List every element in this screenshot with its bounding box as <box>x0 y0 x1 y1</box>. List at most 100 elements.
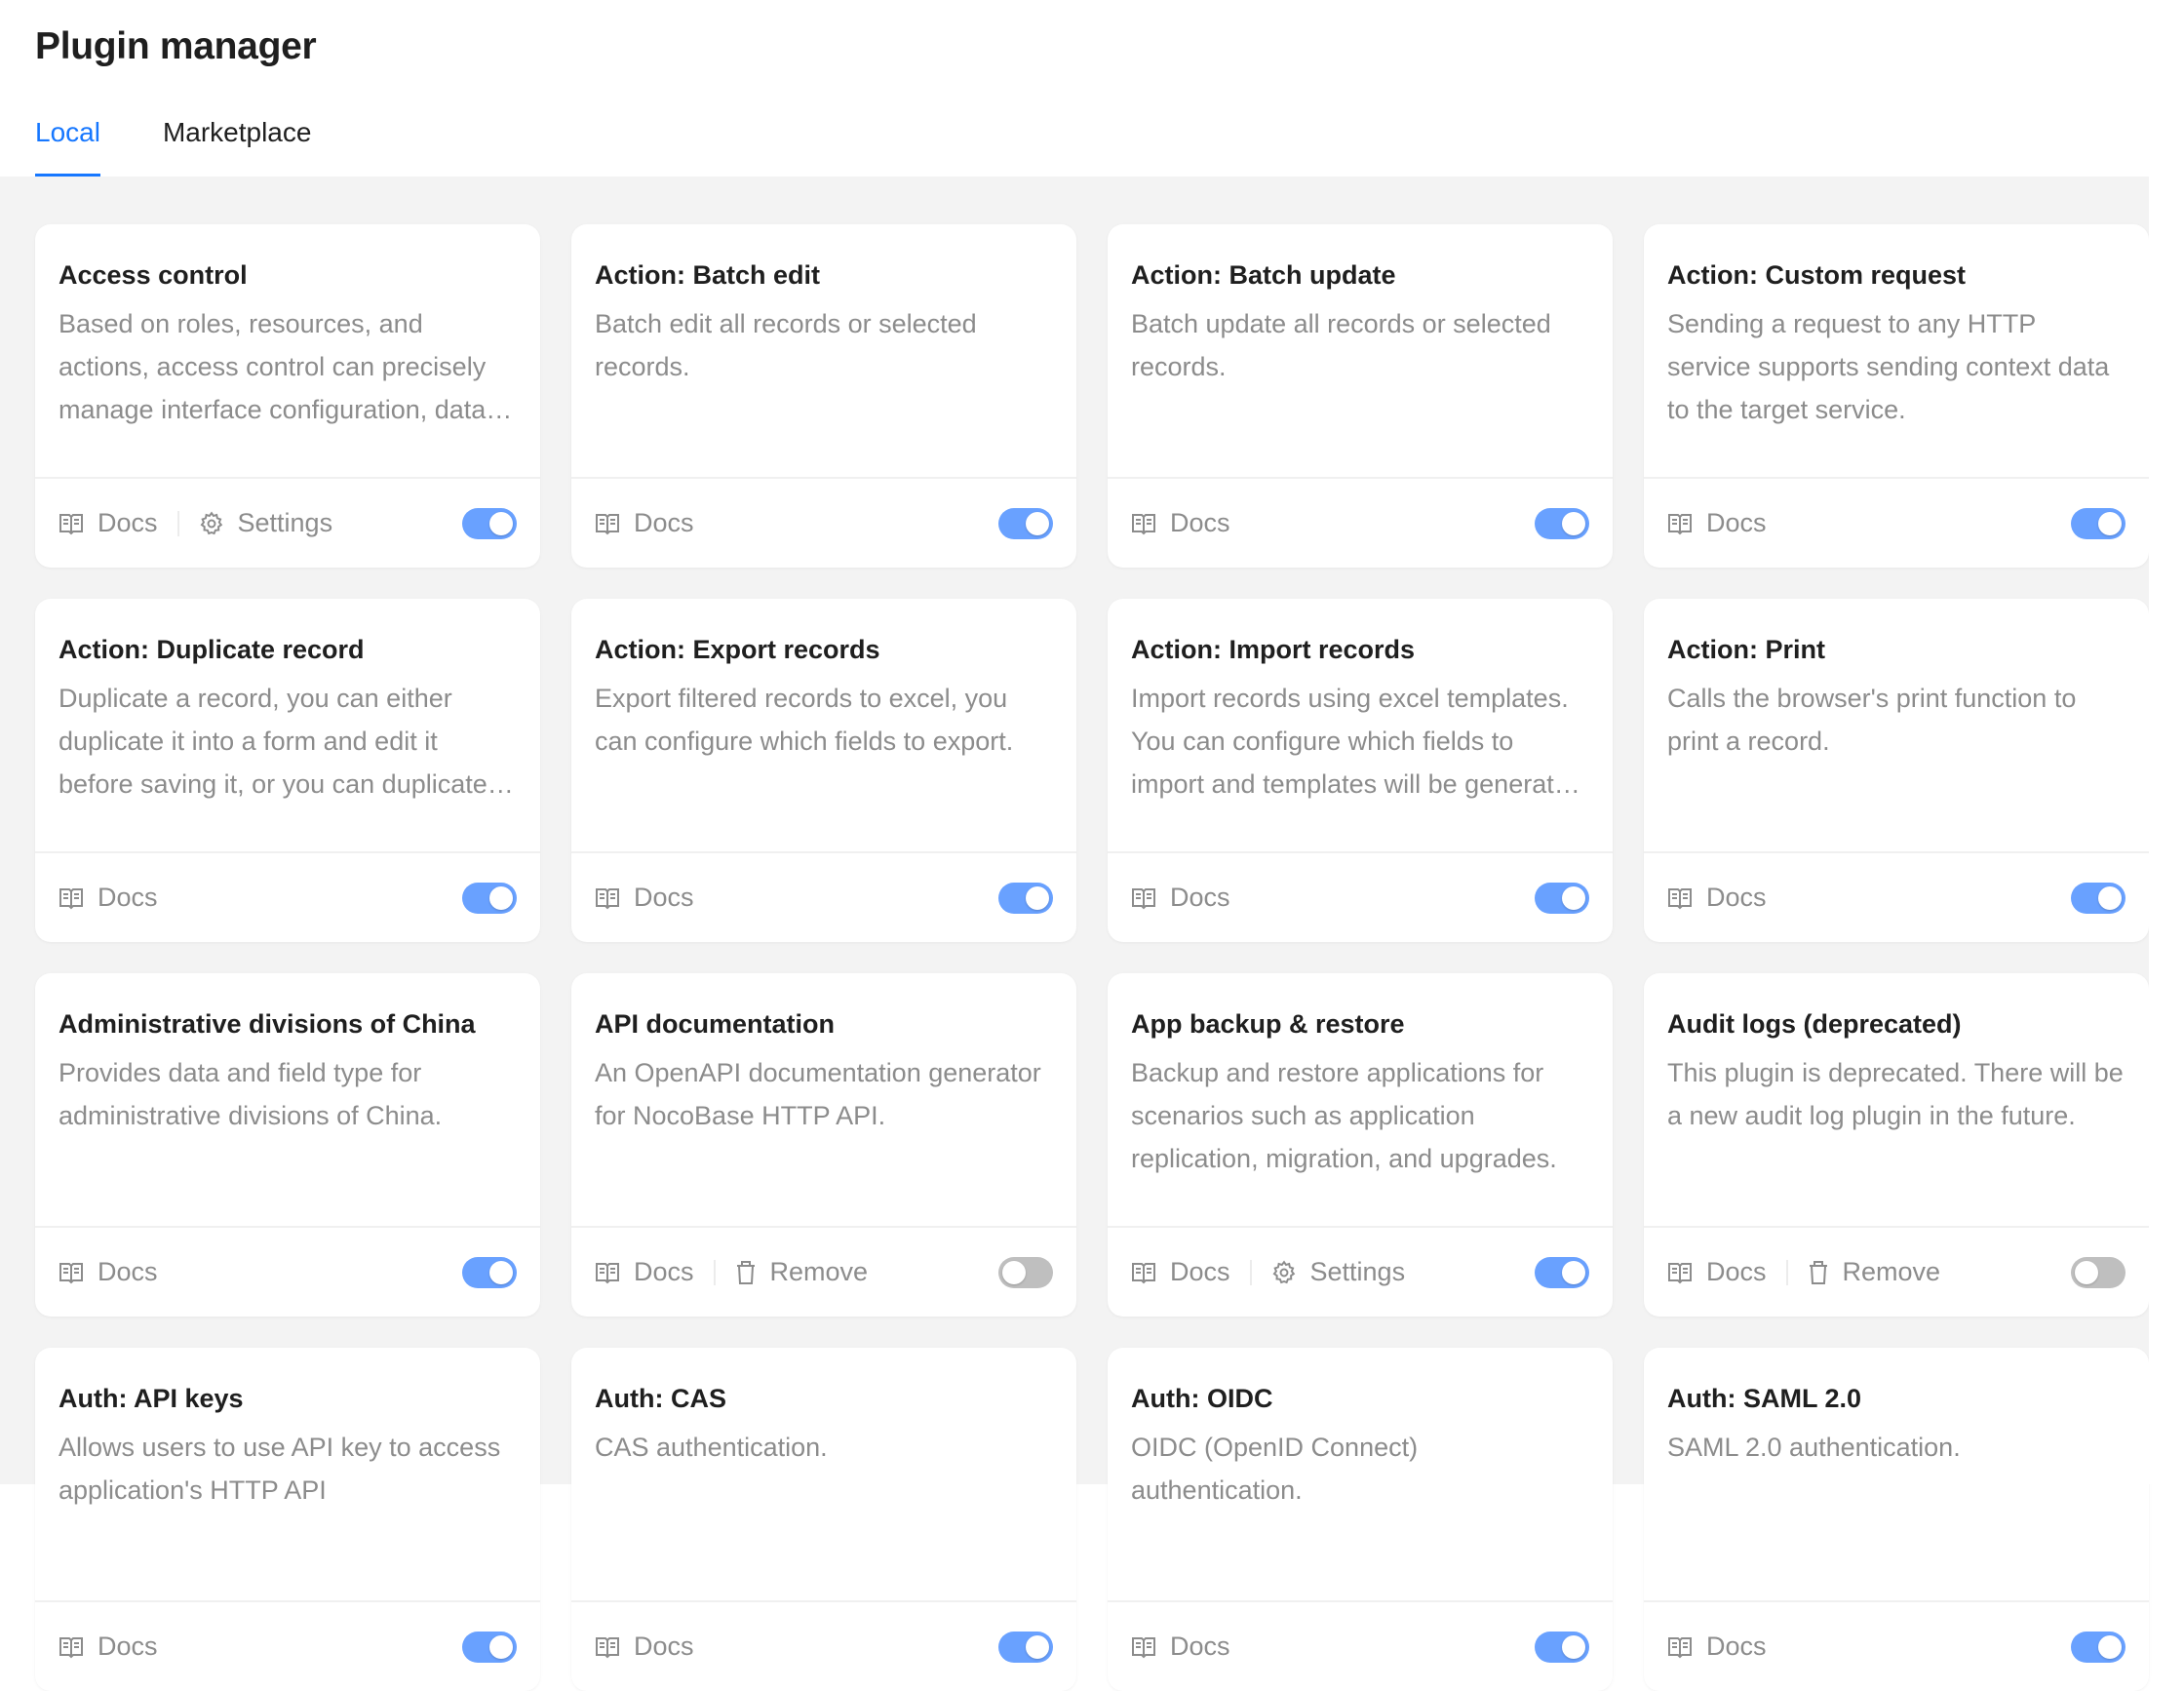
plugin-description: Provides data and field type for adminis… <box>58 1058 443 1130</box>
toggle-knob <box>1562 1634 1585 1659</box>
docs-link[interactable]: Docs <box>1667 508 1767 538</box>
docs-link[interactable]: Docs <box>1131 1257 1230 1287</box>
docs-label: Docs <box>98 508 158 537</box>
plugin-description: This plugin is deprecated. There will be… <box>1667 1058 2124 1130</box>
remove-link[interactable]: Remove <box>735 1257 869 1287</box>
enable-toggle[interactable] <box>998 1631 1053 1663</box>
plugin-title: Action: Export records <box>595 635 880 664</box>
gear-icon <box>1272 1260 1295 1283</box>
docs-link[interactable]: Docs <box>595 508 694 538</box>
toggle-knob <box>2075 1260 2098 1284</box>
toggle-knob <box>1002 1260 1026 1284</box>
plugin-description: Allows users to use API key to access ap… <box>58 1433 501 1505</box>
plugin-card-body: Auth: SAML 2.0 SAML 2.0 authentication. <box>1667 1381 2126 1599</box>
settings-label: Settings <box>237 508 333 537</box>
plugin-title: Action: Batch edit <box>595 260 821 290</box>
docs-label: Docs <box>1706 883 1767 912</box>
plugin-card: Audit logs (deprecated) This plugin is d… <box>1644 973 2149 1317</box>
plugin-card: Action: Duplicate record Duplicate a rec… <box>35 599 540 942</box>
docs-link[interactable]: Docs <box>1131 1632 1230 1662</box>
plugin-title: Audit logs (deprecated) <box>1667 1009 1962 1039</box>
plugin-card-body: Auth: OIDC OIDC (OpenID Connect) authent… <box>1131 1381 1589 1599</box>
docs-link[interactable]: Docs <box>1667 1257 1767 1287</box>
plugin-card-body: Action: Batch edit Batch edit all record… <box>595 257 1053 476</box>
remove-link[interactable]: Remove <box>1808 1257 1940 1287</box>
toggle-knob <box>1562 511 1585 535</box>
tab-local[interactable]: Local <box>35 113 100 177</box>
docs-link[interactable]: Docs <box>1667 883 1767 913</box>
toggle-knob <box>489 1634 513 1659</box>
book-icon <box>1668 513 1692 534</box>
plugin-card-footer: Docs <box>1108 851 1613 942</box>
enable-toggle[interactable] <box>1535 507 1589 539</box>
enable-toggle[interactable] <box>462 507 517 539</box>
plugin-card-body: Auth: CAS CAS authentication. <box>595 1381 1053 1599</box>
plugin-card: Action: Batch update Batch update all re… <box>1108 224 1613 568</box>
docs-label: Docs <box>98 1632 158 1661</box>
plugin-card: App backup & restore Backup and restore … <box>1108 973 1613 1317</box>
plugin-card-footer: Docs Settings <box>1108 1226 1613 1317</box>
tab-bar: Local Marketplace <box>35 113 373 177</box>
enable-toggle[interactable] <box>1535 1631 1589 1663</box>
tab-marketplace[interactable]: Marketplace <box>163 113 312 177</box>
docs-link[interactable]: Docs <box>58 508 158 538</box>
plugin-card-body: Administrative divisions of China Provid… <box>58 1006 517 1225</box>
toggle-knob <box>1026 511 1049 535</box>
toggle-knob <box>489 885 513 910</box>
docs-link[interactable]: Docs <box>58 883 158 913</box>
enable-toggle[interactable] <box>998 882 1053 914</box>
docs-link[interactable]: Docs <box>1131 883 1230 913</box>
enable-toggle[interactable] <box>998 1256 1053 1288</box>
plugin-card: Administrative divisions of China Provid… <box>35 973 540 1317</box>
book-icon <box>1132 1262 1155 1283</box>
toggle-knob <box>489 511 513 535</box>
plugin-description: OIDC (OpenID Connect) authentication. <box>1131 1433 1419 1505</box>
docs-link[interactable]: Docs <box>58 1632 158 1662</box>
action-divider <box>713 1259 716 1285</box>
plugin-card-body: Action: Export records Export filtered r… <box>595 632 1053 850</box>
enable-toggle[interactable] <box>2071 507 2126 539</box>
plugin-card: Action: Import records Import records us… <box>1108 599 1613 942</box>
enable-toggle[interactable] <box>2071 882 2126 914</box>
plugin-card-body: Access control Based on roles, resources… <box>58 257 517 476</box>
docs-label: Docs <box>1706 508 1767 537</box>
book-icon <box>59 1636 83 1658</box>
settings-link[interactable]: Settings <box>1271 1257 1405 1287</box>
docs-label: Docs <box>1170 1632 1230 1661</box>
plugin-card-footer: Docs <box>35 1226 540 1317</box>
enable-toggle[interactable] <box>462 1256 517 1288</box>
book-icon <box>596 1636 619 1658</box>
docs-link[interactable]: Docs <box>1667 1632 1767 1662</box>
docs-link[interactable]: Docs <box>595 1257 694 1287</box>
enable-toggle[interactable] <box>2071 1631 2126 1663</box>
docs-link[interactable]: Docs <box>1131 508 1230 538</box>
enable-toggle[interactable] <box>998 507 1053 539</box>
action-divider <box>1785 1259 1788 1285</box>
plugin-card: Auth: CAS CAS authentication. Docs <box>571 1348 1076 1691</box>
plugin-card: Auth: SAML 2.0 SAML 2.0 authentication. … <box>1644 1348 2149 1691</box>
toggle-knob <box>2098 511 2122 535</box>
settings-link[interactable]: Settings <box>199 508 333 538</box>
enable-toggle[interactable] <box>462 882 517 914</box>
plugin-title: Auth: OIDC <box>1131 1384 1273 1413</box>
docs-label: Docs <box>1170 1257 1230 1286</box>
remove-label: Remove <box>769 1257 869 1286</box>
plugin-card-footer: Docs <box>1108 1600 1613 1691</box>
plugin-card-footer: Docs <box>1108 477 1613 568</box>
enable-toggle[interactable] <box>462 1631 517 1663</box>
plugin-grid: Access control Based on roles, resources… <box>35 224 2149 1691</box>
page-header: Plugin manager Local Marketplace <box>0 0 2184 177</box>
plugin-card-body: Action: Duplicate record Duplicate a rec… <box>58 632 517 850</box>
docs-link[interactable]: Docs <box>595 883 694 913</box>
plugin-card-body: Action: Custom request Sending a request… <box>1667 257 2126 476</box>
plugin-card-body: API documentation An OpenAPI documentati… <box>595 1006 1053 1225</box>
enable-toggle[interactable] <box>1535 882 1589 914</box>
enable-toggle[interactable] <box>1535 1256 1589 1288</box>
enable-toggle[interactable] <box>2071 1256 2126 1288</box>
docs-link[interactable]: Docs <box>595 1632 694 1662</box>
docs-label: Docs <box>634 1632 694 1661</box>
docs-link[interactable]: Docs <box>58 1257 158 1287</box>
plugin-description: Based on roles, resources, and actions, … <box>58 309 487 424</box>
book-icon <box>1132 1636 1155 1658</box>
plugin-card-footer: Docs <box>571 477 1076 568</box>
